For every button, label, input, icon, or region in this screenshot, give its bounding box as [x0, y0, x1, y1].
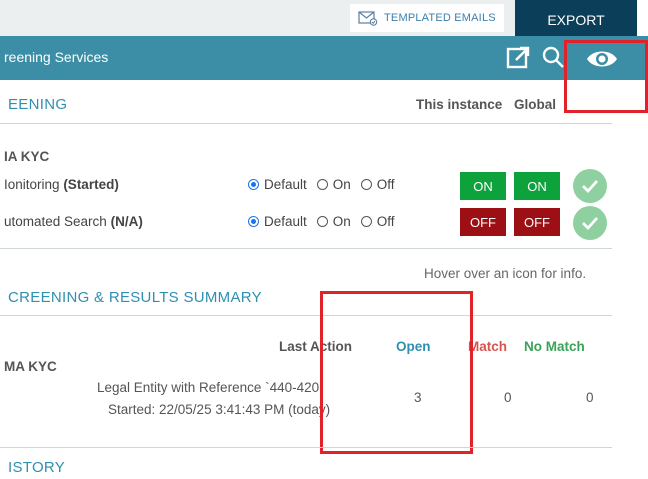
- monitoring-row-label: Ionitoring (Started): [4, 177, 119, 192]
- radio-label: On: [332, 177, 351, 192]
- column-header-instance: This instance: [416, 97, 503, 112]
- divider: [0, 447, 612, 448]
- templated-emails-label: TEMPLATED EMAILS: [384, 12, 496, 24]
- monitoring-radio-off[interactable]: Off: [360, 177, 395, 192]
- monitoring-radio-on[interactable]: On: [316, 177, 351, 192]
- templated-emails-button[interactable]: TEMPLATED EMAILS: [350, 4, 504, 32]
- last-action-line1: Legal Entity with Reference `440-420`: [97, 380, 324, 395]
- hover-hint: Hover over an icon for info.: [424, 266, 587, 281]
- email-template-icon: [358, 11, 378, 26]
- last-action-line2: Started: 22/05/25 3:41:43 PM (today): [108, 402, 331, 417]
- automated-radio-default[interactable]: Default: [248, 214, 307, 229]
- divider: [0, 315, 612, 316]
- radio-label: Off: [376, 214, 395, 229]
- radio-off[interactable]: [360, 216, 372, 227]
- automated-radio-on[interactable]: On: [316, 214, 351, 229]
- screening-section-title: EENING: [8, 96, 68, 113]
- export-button[interactable]: EXPORT: [515, 0, 637, 36]
- radio-default-checked[interactable]: [248, 216, 259, 227]
- divider: [0, 248, 612, 249]
- automated-radio-off[interactable]: Off: [360, 214, 395, 229]
- radio-on[interactable]: [316, 179, 328, 190]
- match-count[interactable]: 0: [504, 390, 512, 405]
- radio-off[interactable]: [360, 179, 372, 190]
- column-header-match: Match: [468, 339, 508, 354]
- search-icon[interactable]: [541, 45, 565, 69]
- radio-label: Default: [264, 214, 307, 229]
- screening-group-label: IA KYC: [4, 149, 50, 164]
- automated-check-icon: [573, 206, 607, 240]
- top-toolbar: TEMPLATED EMAILS EXPORT: [0, 0, 648, 36]
- monitoring-radio-default[interactable]: Default: [248, 177, 307, 192]
- monitoring-status: (Started): [63, 177, 119, 192]
- header-title: reening Services: [4, 49, 109, 65]
- highlight-box-eye: [564, 40, 648, 113]
- automated-global-state: OFF: [514, 208, 560, 236]
- no-match-count[interactable]: 0: [586, 390, 594, 405]
- summary-section-title: CREENING & RESULTS SUMMARY: [8, 289, 262, 306]
- radio-on[interactable]: [316, 216, 328, 227]
- column-header-global: Global: [514, 97, 557, 112]
- history-section-title: ISTORY: [8, 459, 66, 476]
- external-link-icon[interactable]: [505, 45, 531, 71]
- radio-label: Default: [264, 177, 307, 192]
- monitoring-instance-state: ON: [460, 172, 506, 200]
- automated-search-label: utomated Search: [4, 214, 107, 229]
- automated-instance-state: OFF: [460, 208, 506, 236]
- automated-search-radio-group: Default On Off: [248, 214, 405, 229]
- automated-search-row-label: utomated Search (N/A): [4, 214, 143, 229]
- screening-services-header: reening Services: [0, 36, 648, 80]
- monitoring-global-state: ON: [514, 172, 560, 200]
- radio-label: On: [332, 214, 351, 229]
- monitoring-radio-group: Default On Off: [248, 177, 405, 192]
- radio-label: Off: [376, 177, 395, 192]
- monitoring-check-icon: [573, 169, 607, 203]
- highlight-box-open: [320, 291, 473, 454]
- column-header-no-match: No Match: [524, 339, 585, 354]
- summary-group-label: MA KYC: [4, 359, 57, 374]
- monitoring-label: Ionitoring: [4, 177, 60, 192]
- radio-default-checked[interactable]: [248, 179, 259, 190]
- divider: [0, 123, 612, 124]
- automated-search-status: (N/A): [110, 214, 143, 229]
